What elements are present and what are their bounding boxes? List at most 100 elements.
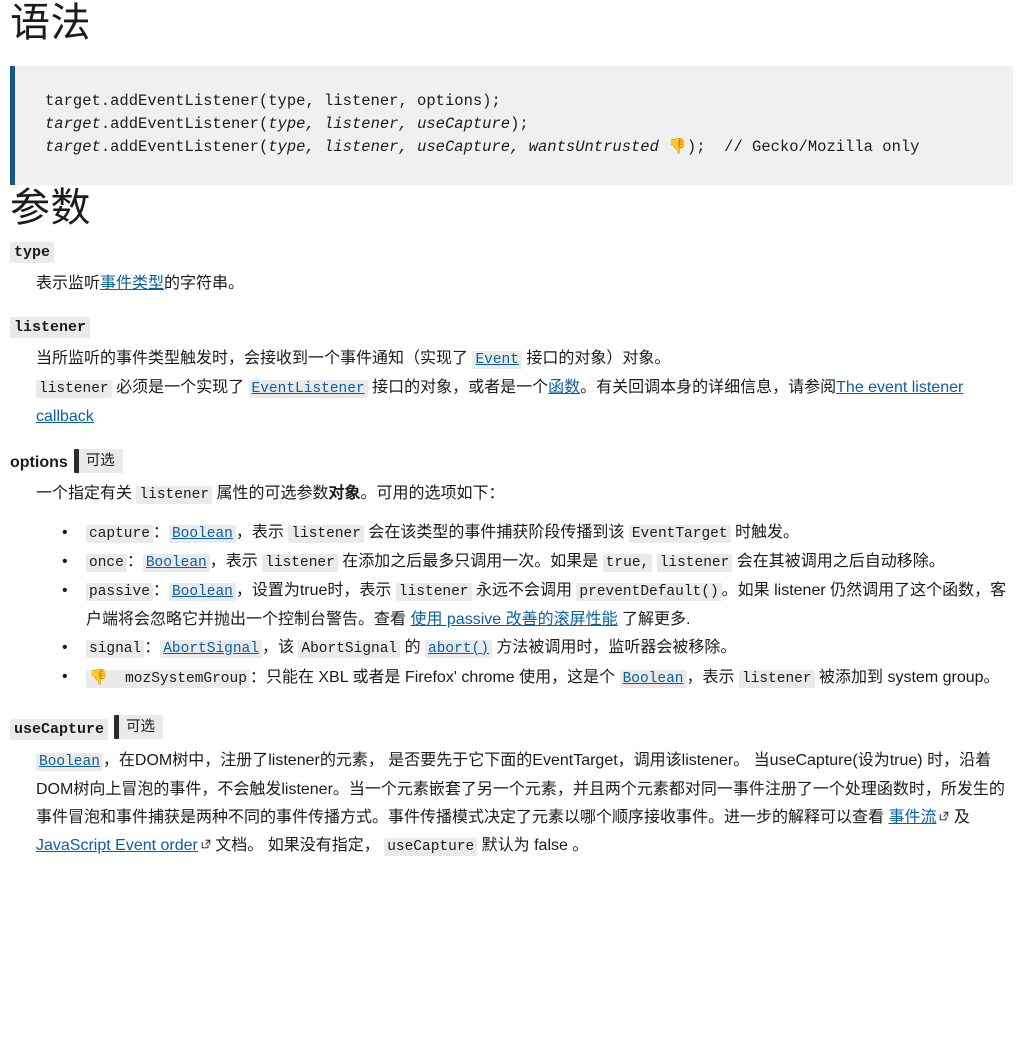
param-term-options: options 可选: [10, 448, 1013, 474]
signal-colon: ：: [144, 638, 161, 656]
param-desc-usecapture: Boolean ，在DOM树中，注册了listener的元素， 是否要先于它下面的…: [36, 747, 1013, 861]
signal-c: 方法被调用时，监听器会被移除。: [491, 638, 737, 656]
list-item: signal：AbortSignal，该 AbortSignal 的 abort…: [62, 634, 1013, 663]
external-link-icon: [201, 839, 211, 849]
code-line-3-suffix: );: [686, 138, 706, 156]
option-mozsystemgroup: mozSystemGroup: [125, 670, 247, 687]
option-signal: signal: [86, 639, 145, 658]
listener-p2b: 接口的对象，或者是一个: [367, 378, 549, 396]
link-abort-method[interactable]: abort(): [425, 639, 492, 658]
link-javascript-event-order[interactable]: JavaScript Event order: [36, 837, 198, 854]
syntax-code-block: target.addEventListener(type, listener, …: [10, 66, 1013, 185]
link-passive-scroll-performance[interactable]: 使用 passive 改善的滚屏性能: [410, 611, 617, 628]
options-code-listener: listener: [136, 485, 213, 504]
mozsystemgroup-code-wrap: 👎 mozSystemGroup: [86, 667, 250, 688]
signal-a: ，该: [261, 638, 299, 656]
once-a: ，表示: [209, 552, 263, 570]
passive-colon: ：: [152, 581, 169, 599]
capture-c: 时触发。: [730, 523, 800, 541]
options-desc-bold: 对象: [328, 484, 361, 502]
options-desc-b: 属性的可选参数: [212, 484, 329, 502]
capture-b: 会在该类型的事件捕获阶段传播到该: [363, 523, 629, 541]
listener-p1b: 接口的对象）对象。: [521, 349, 671, 367]
once-colon: ：: [126, 552, 143, 570]
signal-b: 的: [400, 638, 426, 656]
moz-colon: ：: [249, 668, 266, 686]
options-bullet-list: capture：Boolean，表示 listener 会在该类型的事件捕获阶段…: [10, 519, 1013, 693]
capture-code-eventtarget: EventTarget: [628, 524, 731, 543]
once-b: 在添加之后最多只调用一次。如果是: [337, 552, 603, 570]
usecapture-d: 默认为 false 。: [477, 836, 589, 854]
link-boolean-passive[interactable]: Boolean: [168, 582, 236, 601]
usecapture-code: useCapture: [384, 837, 478, 856]
once-code-true: true,: [602, 553, 653, 572]
capture-a: ，表示: [235, 523, 289, 541]
listener-code-1: listener: [36, 379, 112, 398]
code-line-2-target: target: [45, 114, 101, 133]
listener-p2c: 。有关回调本身的详细信息，请参阅: [580, 378, 837, 396]
moz-a: 只能在 XBL 或者是 Firefox' chrome 使用，这是个: [265, 668, 620, 686]
param-name-type: type: [10, 241, 55, 263]
code-line-3-args: type, listener, useCapture, wantsUntrust…: [268, 138, 659, 156]
param-desc-options: 一个指定有关 listener 属性的可选参数对象。可用的选项如下：: [36, 480, 1013, 509]
moz-b: ，表示: [686, 668, 739, 686]
signal-code-abortsignal: AbortSignal: [298, 639, 401, 658]
passive-a: ，设置为true时，表示: [235, 581, 396, 599]
code-line-2-suffix: );: [510, 114, 529, 133]
moz-c: 被添加到 system group。: [814, 668, 1000, 686]
link-event[interactable]: Event: [472, 350, 522, 369]
passive-b: 永远不会调用: [471, 581, 577, 599]
code-line-3-comment: // Gecko/Mozilla only: [724, 138, 920, 156]
link-boolean-once[interactable]: Boolean: [142, 553, 210, 572]
optional-badge-options: 可选: [73, 448, 123, 473]
once-code-listener: listener: [262, 553, 338, 572]
list-item: passive：Boolean，设置为true时，表示 listener 永远不…: [62, 577, 1013, 634]
option-passive: passive: [86, 582, 153, 601]
param-term-type: type: [10, 241, 1013, 264]
options-desc-c: 。可用的选项如下：: [360, 484, 505, 502]
param-name-options: options: [10, 453, 68, 471]
thumbs-down-icon: 👎: [89, 667, 108, 686]
param-term-usecapture: useCapture 可选: [10, 714, 1013, 741]
param-term-listener: listener: [10, 316, 1013, 339]
link-event-flow[interactable]: 事件流: [888, 809, 936, 826]
link-boolean-capture[interactable]: Boolean: [168, 524, 236, 543]
parameters-heading: 参数: [10, 184, 91, 230]
link-abortsignal[interactable]: AbortSignal: [160, 639, 262, 658]
param-desc-type: 表示监听事件类型的字符串。: [36, 270, 1013, 298]
type-desc-after: 的字符串。: [164, 274, 245, 292]
documentation-page: 语法 target.addEventListener(type, listene…: [0, 0, 1027, 861]
link-eventlistener[interactable]: EventListener: [248, 379, 368, 398]
code-line-3-target: target: [45, 138, 101, 156]
link-function[interactable]: 函数: [548, 379, 580, 396]
param-name-usecapture: useCapture: [10, 718, 109, 740]
code-line-2-method: .addEventListener(: [100, 114, 269, 133]
list-item: 👎 mozSystemGroup：只能在 XBL 或者是 Firefox' ch…: [62, 663, 1013, 693]
option-once: once: [86, 553, 127, 572]
code-line-3-method: .addEventListener(: [100, 138, 269, 156]
listener-p2a: 必须是一个实现了: [111, 378, 249, 396]
list-item: once：Boolean，表示 listener 在添加之后最多只调用一次。如果…: [62, 548, 1013, 577]
moz-code-listener: listener: [738, 669, 815, 688]
passive-code-preventdefault: preventDefault(): [576, 582, 722, 601]
capture-colon: ：: [152, 523, 169, 541]
type-desc-before: 表示监听: [36, 274, 101, 292]
capture-code-listener: listener: [288, 524, 364, 543]
usecapture-b: 及: [949, 808, 970, 826]
param-name-listener: listener: [10, 316, 91, 338]
usecapture-a: ，在DOM树中，注册了listener的元素， 是否要先于它下面的EventTa…: [36, 751, 1005, 826]
usecapture-c: 文档。 如果没有指定，: [210, 836, 385, 854]
once-code-listener2: listener: [656, 553, 733, 572]
listener-p1a: 当所监听的事件类型触发时，会接收到一个事件通知（实现了: [36, 349, 473, 367]
once-d: 会在其被调用之后自动移除。: [732, 552, 945, 570]
code-line-2-args: type, listener, useCapture: [268, 114, 511, 133]
option-capture: capture: [86, 524, 153, 543]
link-event-type[interactable]: 事件类型: [100, 275, 164, 292]
passive-code-listener: listener: [395, 582, 472, 601]
link-boolean-usecapture[interactable]: Boolean: [36, 752, 103, 771]
link-boolean-moz[interactable]: Boolean: [619, 669, 687, 688]
options-desc-a: 一个指定有关: [36, 484, 137, 502]
list-item: capture：Boolean，表示 listener 会在该类型的事件捕获阶段…: [62, 519, 1013, 548]
parameters-list: type 表示监听事件类型的字符串。 listener 当所监听的事件类型触发时…: [10, 241, 1013, 861]
passive-d: 了解更多.: [617, 610, 691, 628]
